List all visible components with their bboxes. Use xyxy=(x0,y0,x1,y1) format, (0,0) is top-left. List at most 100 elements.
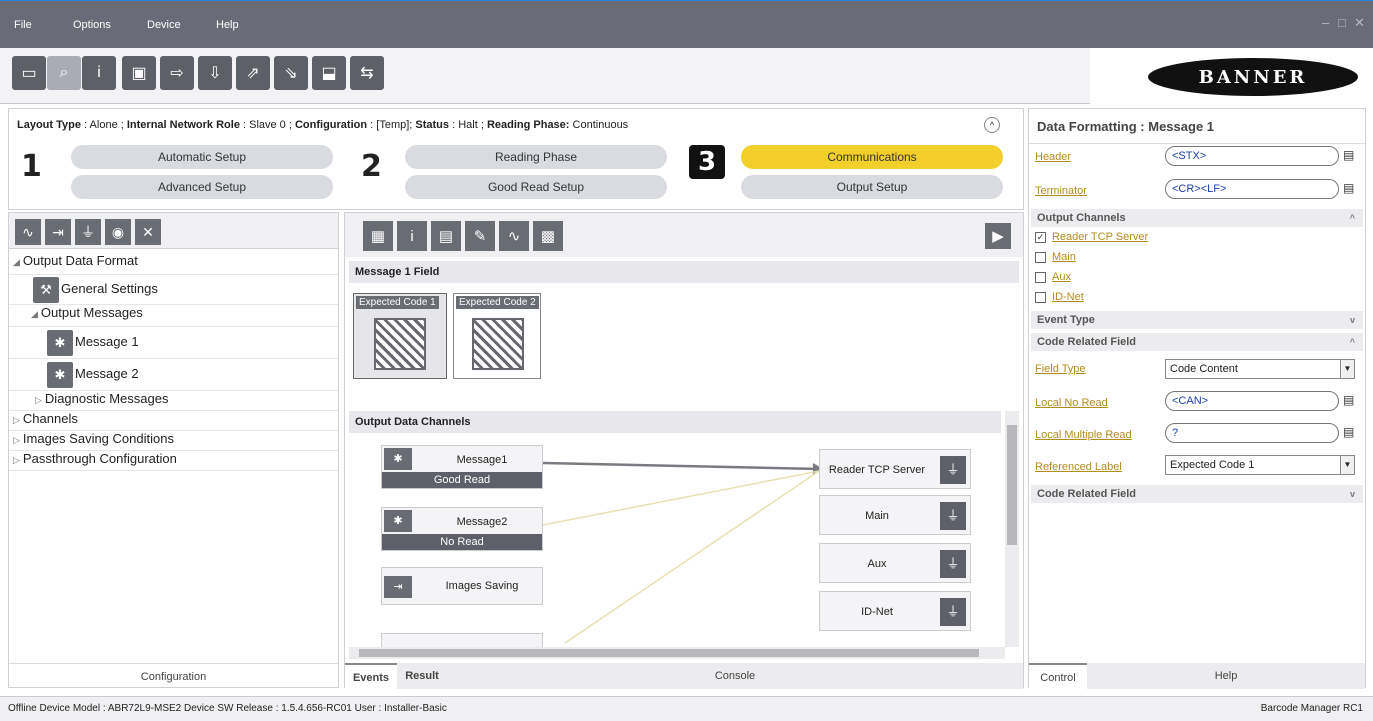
edit-icon[interactable]: ▤ xyxy=(1343,148,1357,164)
field-type-select[interactable]: Code Content ▼ xyxy=(1165,359,1355,379)
menu-options[interactable]: Options xyxy=(73,19,111,31)
channel-reader-tcp-server[interactable]: Reader TCP Server ⏚ xyxy=(819,449,971,489)
local-no-read-label[interactable]: Local No Read xyxy=(1035,397,1108,409)
compare-icon[interactable]: ⇆ xyxy=(350,56,384,90)
import-icon[interactable]: ⇘ xyxy=(274,56,308,90)
device-info-icon[interactable]: i xyxy=(82,56,116,90)
message1-node-event: Good Read xyxy=(382,472,542,488)
tree-message-1[interactable]: ✱ Message 1 xyxy=(9,327,338,359)
tab-help[interactable]: Help xyxy=(1087,663,1365,689)
message1-node[interactable]: ✱ Message1 Good Read xyxy=(381,445,543,489)
network-role-label: Internal Network Role xyxy=(126,119,240,131)
menu-file[interactable]: File xyxy=(14,19,32,31)
window-icon[interactable]: ▣ xyxy=(122,56,156,90)
local-no-read-field[interactable]: <CAN> xyxy=(1165,391,1339,411)
communications-button[interactable]: Communications xyxy=(741,145,1003,169)
device-list-icon[interactable]: ▭ xyxy=(12,56,46,90)
search-device-icon[interactable]: ⌕ xyxy=(47,56,81,90)
device-status-text: Offline Device Model : ABR72L9-MSE2 Devi… xyxy=(8,703,447,714)
tree-output-messages[interactable]: ◢ Output Messages xyxy=(9,305,338,327)
close-icon[interactable]: ✕ xyxy=(1354,15,1365,31)
collapse-icon[interactable]: ^ xyxy=(984,117,1000,133)
waveform-icon[interactable]: ∿ xyxy=(15,219,41,245)
edit-icon[interactable]: ▤ xyxy=(1343,425,1357,441)
channel-check-reader-tcp-server[interactable]: ✓ Reader TCP Server xyxy=(1035,231,1148,243)
io-icon[interactable]: ◉ xyxy=(105,219,131,245)
scroll-thumb[interactable] xyxy=(1007,425,1017,545)
center-panel: ▦ i ▤ ✎ ∿ ▩ ▶ Message 1 Field Expected C… xyxy=(344,212,1024,689)
menu-device[interactable]: Device xyxy=(147,19,181,31)
channel-main[interactable]: Main ⏚ xyxy=(819,495,971,535)
maximize-icon[interactable]: □ xyxy=(1338,15,1346,30)
chevron-down-icon[interactable]: ▼ xyxy=(1340,456,1354,474)
channel-id-net[interactable]: ID-Net ⏚ xyxy=(819,591,971,631)
horizontal-scrollbar[interactable] xyxy=(349,647,1005,659)
image-save-icon[interactable]: ⇥ xyxy=(45,219,71,245)
message-icon: ✱ xyxy=(47,329,73,356)
tree-channels[interactable]: ▷ Channels xyxy=(9,411,338,431)
checkbox-icon[interactable] xyxy=(1035,271,1046,283)
header-label[interactable]: Header xyxy=(1035,151,1071,163)
edit-icon[interactable]: ▤ xyxy=(1343,181,1357,197)
device-save-icon[interactable]: ⬓ xyxy=(312,56,346,90)
event-type-section[interactable]: Event Type v xyxy=(1031,311,1363,329)
network-role-value: Slave 0 xyxy=(249,119,286,131)
message2-node[interactable]: ✱ Message2 No Read xyxy=(381,507,543,551)
field-type-label[interactable]: Field Type xyxy=(1035,363,1086,375)
banner-logo: BANNER xyxy=(1148,58,1358,96)
code-related-field-section[interactable]: Code Related Field ^ xyxy=(1031,333,1363,351)
export-icon[interactable]: ⇗ xyxy=(236,56,270,90)
referenced-label-select[interactable]: Expected Code 1 ▼ xyxy=(1165,455,1355,475)
channel-check-main[interactable]: Main xyxy=(1035,251,1076,263)
tree-passthrough-configuration[interactable]: ▷ Passthrough Configuration xyxy=(9,451,338,471)
scroll-thumb[interactable] xyxy=(359,649,979,657)
local-multiple-read-label[interactable]: Local Multiple Read xyxy=(1035,429,1132,441)
message-icon: ✱ xyxy=(47,361,73,388)
tab-control[interactable]: Control xyxy=(1029,663,1087,689)
channel-check-id-net[interactable]: ID-Net xyxy=(1035,291,1084,303)
reading-phase-button[interactable]: Reading Phase xyxy=(405,145,667,169)
save-config-icon[interactable]: ⇩ xyxy=(198,56,232,90)
configuration-tab[interactable]: Configuration xyxy=(9,663,338,689)
referenced-label-label[interactable]: Referenced Label xyxy=(1035,461,1122,473)
plug-icon[interactable]: ⏚ xyxy=(75,219,101,245)
chevron-down-icon[interactable]: ▼ xyxy=(1340,360,1354,378)
message-icon: ✱ xyxy=(384,510,412,532)
output-channels-section[interactable]: Output Channels ^ xyxy=(1031,209,1363,227)
channel-check-aux[interactable]: Aux xyxy=(1035,271,1071,283)
edit-icon[interactable]: ▤ xyxy=(1343,393,1357,409)
checkbox-icon[interactable] xyxy=(1035,251,1046,263)
send-config-icon[interactable]: ⇨ xyxy=(160,56,194,90)
good-read-setup-button[interactable]: Good Read Setup xyxy=(405,175,667,199)
step-2-number: 2 xyxy=(361,149,382,184)
checkbox-icon[interactable]: ✓ xyxy=(1035,231,1046,243)
tree-message-2[interactable]: ✱ Message 2 xyxy=(9,359,338,391)
title-bar: File Options Device Help – □ ✕ xyxy=(0,0,1373,48)
terminator-field[interactable]: <CR><LF> xyxy=(1165,179,1339,199)
minimize-icon[interactable]: – xyxy=(1322,15,1329,30)
automatic-setup-button[interactable]: Automatic Setup xyxy=(71,145,333,169)
tab-events[interactable]: Events xyxy=(345,663,397,689)
output-setup-button[interactable]: Output Setup xyxy=(741,175,1003,199)
tree-general-settings[interactable]: ⚒ General Settings xyxy=(9,275,338,305)
tree-diagnostic-messages[interactable]: ▷ Diagnostic Messages xyxy=(9,391,338,411)
terminator-label[interactable]: Terminator xyxy=(1035,185,1087,197)
tree-images-saving-conditions[interactable]: ▷ Images Saving Conditions xyxy=(9,431,338,451)
delete-icon[interactable]: ✕ xyxy=(135,219,161,245)
code-related-field-section-2[interactable]: Code Related Field v xyxy=(1031,485,1363,503)
advanced-setup-button[interactable]: Advanced Setup xyxy=(71,175,333,199)
local-multiple-read-field[interactable]: ? xyxy=(1165,423,1339,443)
tab-result[interactable]: Result xyxy=(397,663,447,689)
menu-help[interactable]: Help xyxy=(216,19,239,31)
images-saving-node[interactable]: ⇥ Images Saving xyxy=(381,567,543,605)
tree-output-data-format[interactable]: ◢ Output Data Format xyxy=(9,253,338,275)
tab-console[interactable]: Console xyxy=(447,663,1023,689)
channel-aux[interactable]: Aux ⏚ xyxy=(819,543,971,583)
wrench-icon: ⚒ xyxy=(33,276,59,303)
images-saving-node-label: Images Saving xyxy=(445,580,519,592)
vertical-scrollbar[interactable] xyxy=(1005,411,1019,647)
checkbox-icon[interactable] xyxy=(1035,291,1046,303)
status-bar: Offline Device Model : ABR72L9-MSE2 Devi… xyxy=(0,696,1373,721)
layout-status-line: Layout Type : Alone ; Internal Network R… xyxy=(17,119,629,131)
header-field[interactable]: <STX> xyxy=(1165,146,1339,166)
